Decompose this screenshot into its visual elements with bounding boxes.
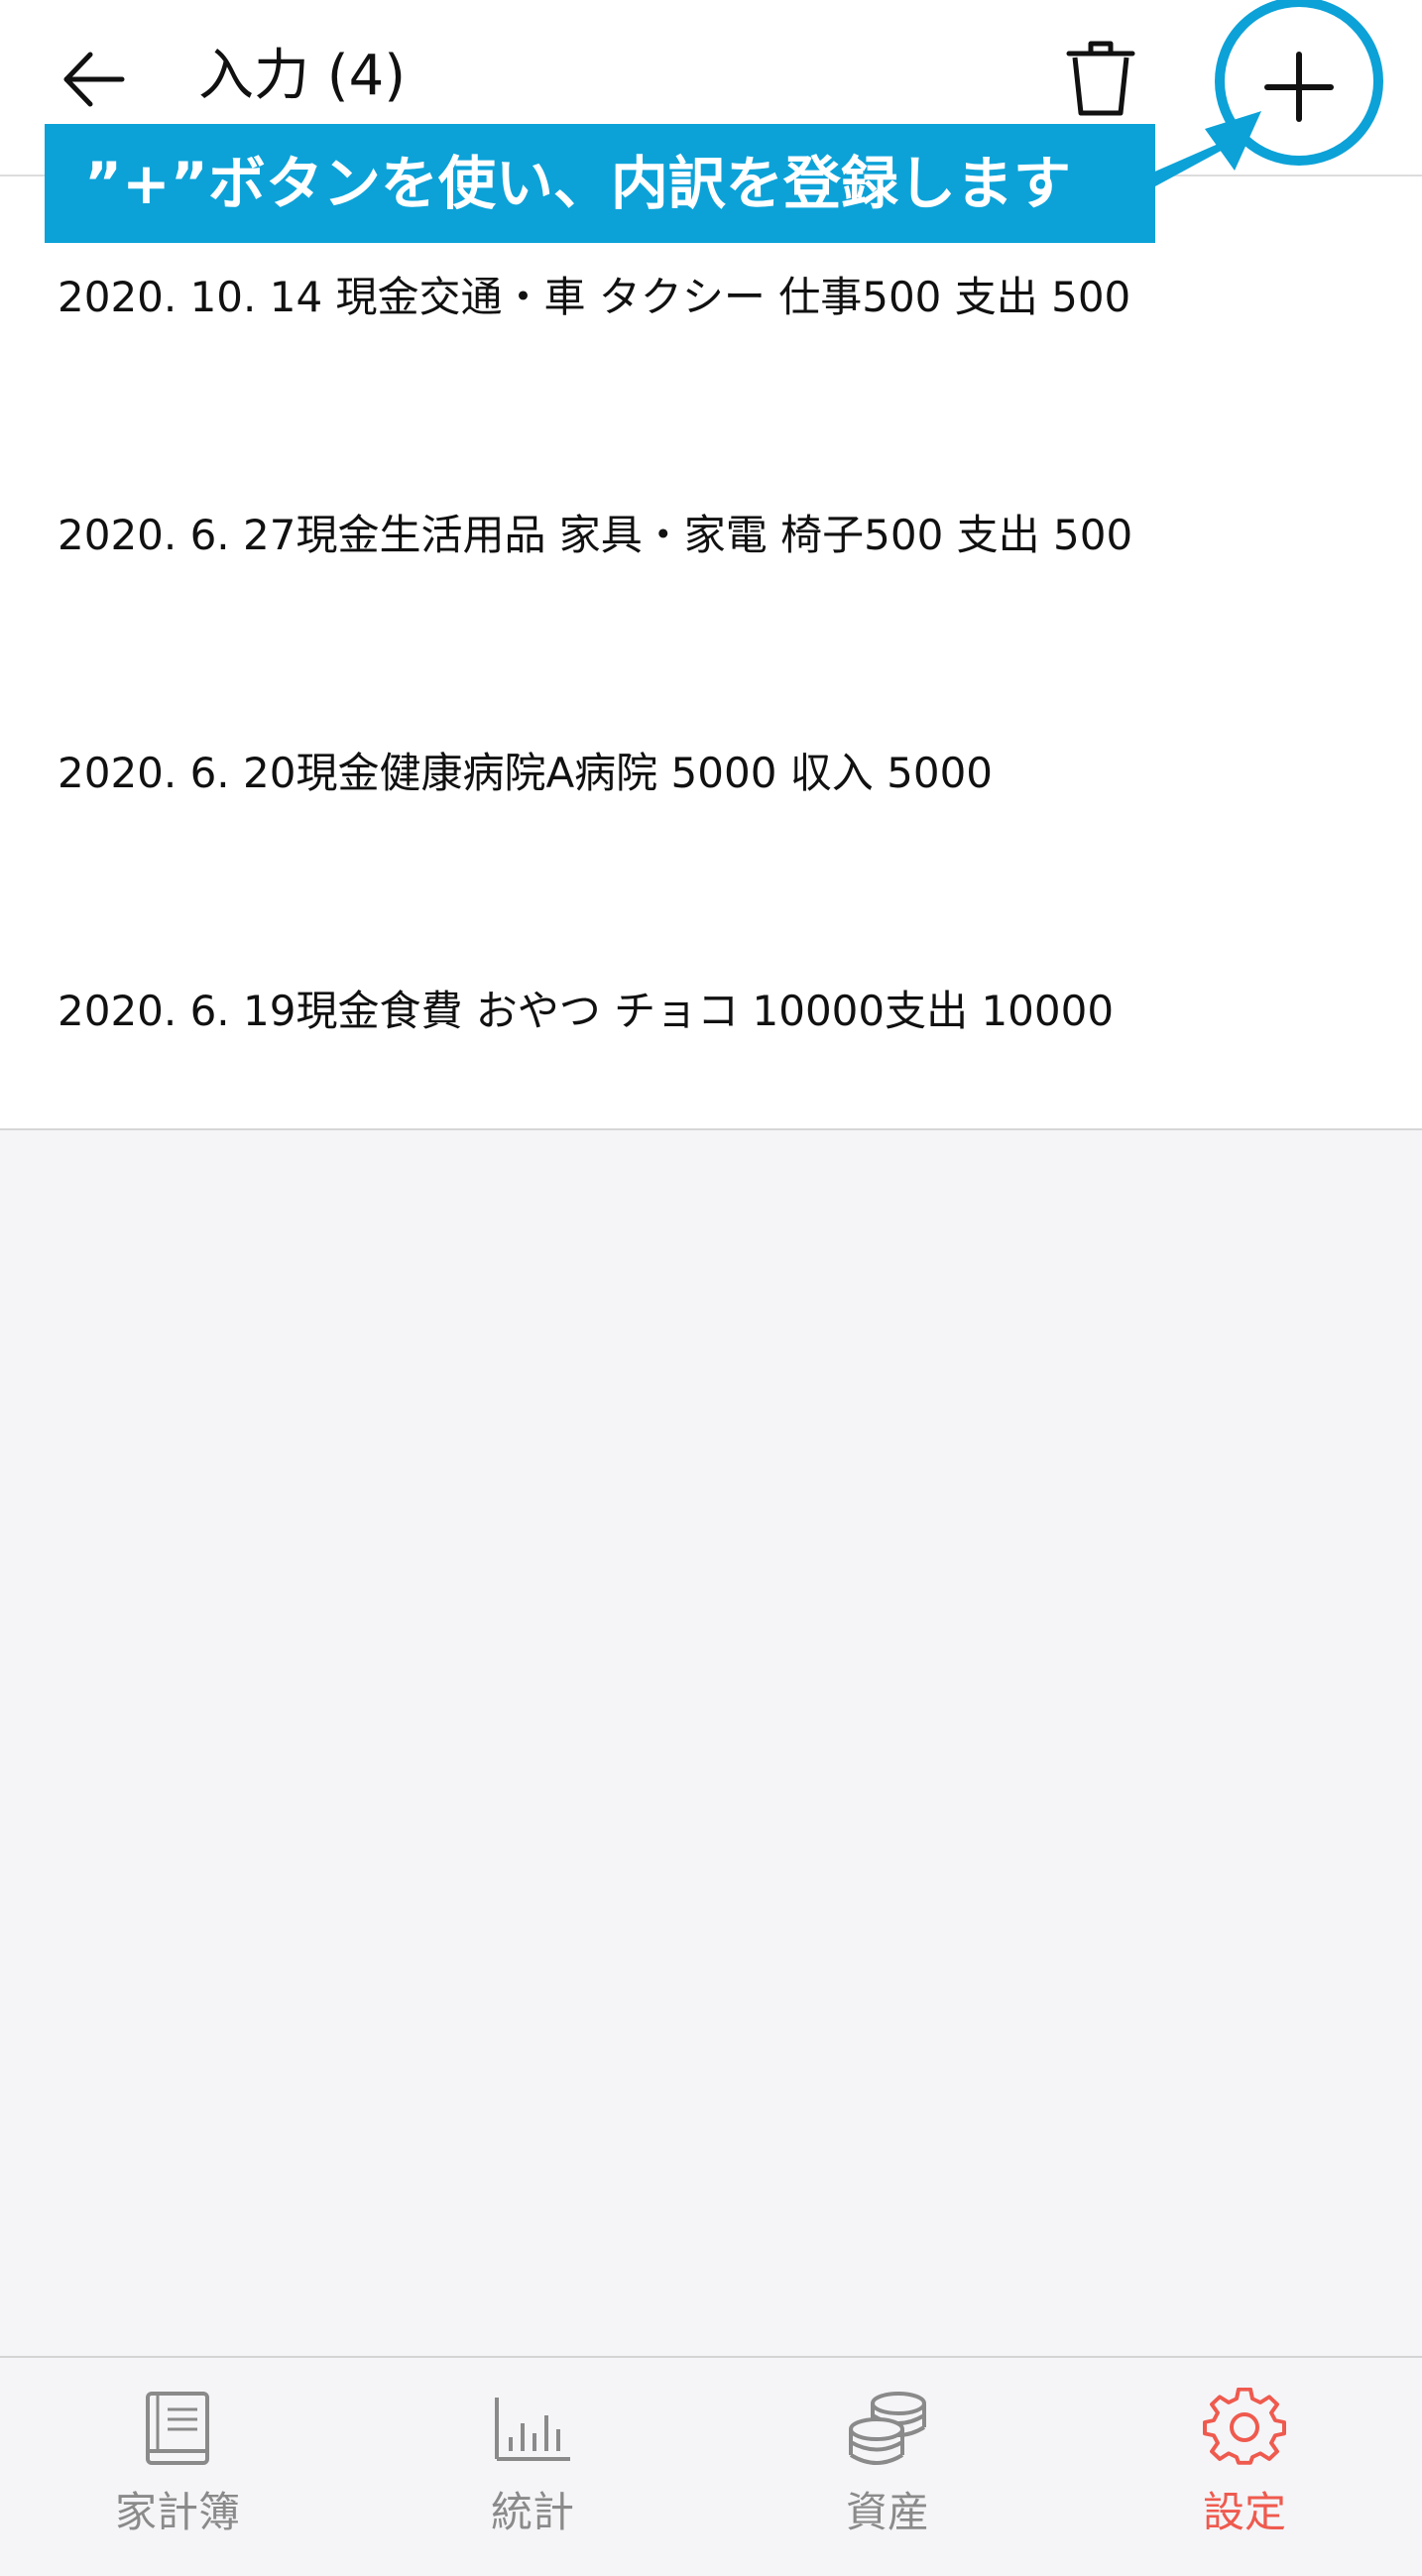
trash-icon [1066, 41, 1135, 116]
tab-label: 資産 [845, 2488, 929, 2536]
top-bar: 入力 (4) [0, 0, 1422, 176]
tab-household-book[interactable]: 家計簿 [0, 2358, 355, 2576]
list-item[interactable]: 2020. 6. 19現金食費 おやつ チョコ 10000支出 10000 [58, 982, 1114, 1041]
page-title: 入力 (4) [198, 44, 407, 108]
back-button[interactable] [55, 45, 134, 114]
delete-button[interactable] [1061, 38, 1140, 119]
gear-icon [1203, 2388, 1286, 2465]
tab-statistics[interactable]: 統計 [355, 2358, 710, 2576]
book-icon [146, 2392, 209, 2465]
list-item[interactable]: 2020. 6. 20現金健康病院A病院 5000 収入 5000 [58, 744, 993, 803]
list-item[interactable]: 2020. 10. 14 現金交通・車 タクシー 仕事500 支出 500 [58, 268, 1130, 327]
add-button[interactable] [1220, 10, 1378, 149]
arrow-left-icon [63, 52, 125, 107]
entry-list: 2020. 10. 14 現金交通・車 タクシー 仕事500 支出 500 20… [0, 176, 1422, 1130]
tab-label: 統計 [490, 2488, 574, 2536]
list-item[interactable]: 2020. 6. 27現金生活用品 家具・家電 椅子500 支出 500 [58, 506, 1132, 565]
tab-label: 設定 [1202, 2488, 1286, 2536]
bar-chart-icon [495, 2398, 570, 2461]
bottom-tab-bar: 家計簿 統計 資産 設定 [0, 2356, 1422, 2574]
tab-assets[interactable]: 資産 [710, 2358, 1065, 2576]
coins-icon [849, 2392, 926, 2465]
tab-settings[interactable]: 設定 [1067, 2358, 1422, 2576]
plus-icon [1264, 52, 1334, 122]
tab-label: 家計簿 [114, 2488, 240, 2536]
